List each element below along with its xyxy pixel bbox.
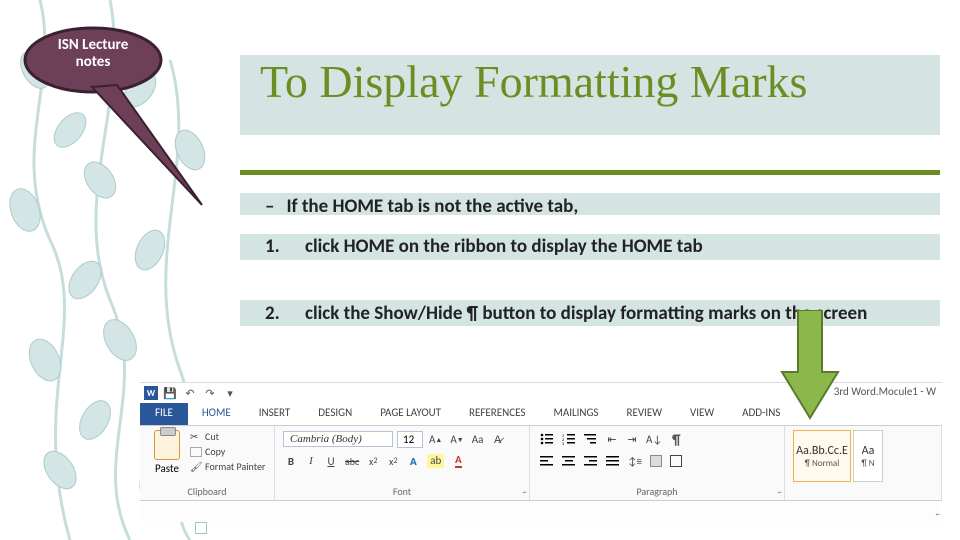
word-app-icon: W <box>144 386 158 400</box>
align-right-button[interactable] <box>582 452 600 470</box>
callout-line2: notes <box>76 53 111 71</box>
text-effects-button[interactable]: A <box>405 452 421 470</box>
sort-button[interactable]: A↓ <box>644 430 664 448</box>
slide-title: To Display Formatting Marks <box>260 55 807 108</box>
decrease-indent-button[interactable]: ⇤ <box>604 430 620 448</box>
subscript-button[interactable]: x2 <box>365 452 381 470</box>
bullets-button[interactable] <box>538 430 556 448</box>
paste-label: Paste <box>155 462 179 475</box>
strikethrough-button[interactable]: abc <box>343 452 361 470</box>
svg-text:3: 3 <box>562 442 564 445</box>
step-1: 1.click HOME on the ribbon to display th… <box>265 235 703 258</box>
cut-label: Cut <box>205 430 219 443</box>
style-label-1: ¶ Normal <box>805 458 840 469</box>
cut-button[interactable]: ✂Cut <box>190 430 265 443</box>
font-color-icon: A <box>455 454 462 468</box>
bold-button[interactable]: B <box>283 452 299 470</box>
group-paragraph: 123 ⇤ ⇥ A↓ ¶ ↕≡ <box>530 426 785 500</box>
font-size-dropdown[interactable]: 12 <box>397 431 423 448</box>
qat-customize-icon[interactable]: ▾ <box>222 385 238 401</box>
underline-button[interactable]: U <box>323 452 339 470</box>
intro-bullet: –If the HOME tab is not the active tab, <box>265 195 578 218</box>
step1-number: 1. <box>265 235 305 258</box>
style-next[interactable]: Aa ¶ N <box>853 430 883 482</box>
highlight-icon: ab <box>427 454 444 468</box>
highlight-button[interactable]: ab <box>425 452 446 470</box>
tab-design[interactable]: DESIGN <box>304 403 366 425</box>
paste-button[interactable]: Paste <box>148 430 186 475</box>
tab-insert[interactable]: INSERT <box>245 403 305 425</box>
tab-file[interactable]: FILE <box>140 403 188 425</box>
line-spacing-button[interactable]: ↕≡ <box>626 452 644 470</box>
numbering-button[interactable]: 123 <box>560 430 578 448</box>
align-left-button[interactable] <box>538 452 556 470</box>
isn-callout-text: ISN Lecture notes <box>40 37 146 72</box>
group-styles: Aa.Bb.Cc.E ¶ Normal Aa ¶ N <box>785 426 942 500</box>
brush-icon: 🖌 <box>190 462 202 472</box>
font-color-button[interactable]: A <box>450 452 466 470</box>
intro-text: If the HOME tab is not the active tab, <box>286 195 578 218</box>
step-2: 2.click the Show/Hide ¶ button to displa… <box>265 302 867 325</box>
isn-callout: ISN Lecture notes <box>22 25 164 95</box>
group-clipboard: Paste ✂Cut Copy 🖌Format Painter Clipboar… <box>140 426 275 500</box>
qat-save-icon[interactable]: 💾 <box>162 385 178 401</box>
show-hide-button[interactable]: ¶ <box>668 430 684 448</box>
tab-references[interactable]: REFERENCES <box>455 403 539 425</box>
doc-title-fragment: 3rd Word.Mocule1 - W <box>834 385 936 398</box>
callout-line1: ISN Lecture <box>58 36 129 54</box>
clipboard-dialog-launcher-icon[interactable]: ⌐ <box>936 509 940 520</box>
copy-label: Copy <box>205 445 225 458</box>
increase-indent-button[interactable]: ⇥ <box>624 430 640 448</box>
tab-home[interactable]: HOME <box>188 403 245 425</box>
format-painter-button[interactable]: 🖌Format Painter <box>190 460 265 473</box>
ribbon-groups: Paste ✂Cut Copy 🖌Format Painter Clipboar… <box>140 425 942 501</box>
clipboard-icon <box>154 430 180 460</box>
qat-undo-icon[interactable]: ↶ <box>182 385 198 401</box>
copy-button[interactable]: Copy <box>190 445 265 458</box>
style-label-2: ¶ N <box>861 458 874 469</box>
tab-page-layout[interactable]: PAGE LAYOUT <box>366 403 455 425</box>
grow-font-button[interactable]: A▲ <box>427 430 444 448</box>
tab-review[interactable]: REVIEW <box>612 403 676 425</box>
slide-index-marker <box>195 522 207 534</box>
italic-button[interactable]: I <box>303 452 319 470</box>
font-dialog-launcher-icon[interactable]: ⌐ <box>523 487 527 498</box>
title-underline <box>240 170 940 175</box>
superscript-button[interactable]: x2 <box>385 452 401 470</box>
style-preview-2: Aa <box>862 444 875 458</box>
style-preview-1: Aa.Bb.Cc.E <box>796 444 848 458</box>
justify-button[interactable] <box>604 452 622 470</box>
shading-button[interactable] <box>648 452 664 470</box>
font-name-dropdown[interactable]: Cambria (Body) <box>283 431 393 447</box>
tab-view[interactable]: VIEW <box>676 403 728 425</box>
dash-bullet: – <box>265 195 274 218</box>
group-font: Cambria (Body) 12 A▲ A▼ Aa A̷ B I U abc … <box>275 426 530 500</box>
step1-text: click HOME on the ribbon to display the … <box>305 235 703 258</box>
align-center-button[interactable] <box>560 452 578 470</box>
down-arrow-icon <box>780 310 840 420</box>
borders-button[interactable] <box>668 452 684 470</box>
font-group-label: Font <box>283 485 521 498</box>
tab-mailings[interactable]: MAILINGS <box>539 403 612 425</box>
format-painter-label: Format Painter <box>205 460 265 473</box>
change-case-button[interactable]: Aa <box>470 430 486 448</box>
style-normal[interactable]: Aa.Bb.Cc.E ¶ Normal <box>793 430 851 482</box>
step2-number: 2. <box>265 302 305 325</box>
qat-redo-icon[interactable]: ↷ <box>202 385 218 401</box>
slide: ISN Lecture notes To Display Formatting … <box>0 0 960 540</box>
paragraph-group-label: Paragraph <box>538 485 776 498</box>
shrink-font-button[interactable]: A▼ <box>448 430 465 448</box>
clipboard-group-label: Clipboard <box>148 485 266 498</box>
clear-formatting-button[interactable]: A̷ <box>490 430 506 448</box>
paragraph-dialog-launcher-icon[interactable]: ⌐ <box>778 487 782 498</box>
multilevel-list-button[interactable] <box>582 430 600 448</box>
scissors-icon: ✂ <box>190 432 202 442</box>
copy-icon <box>190 447 202 457</box>
